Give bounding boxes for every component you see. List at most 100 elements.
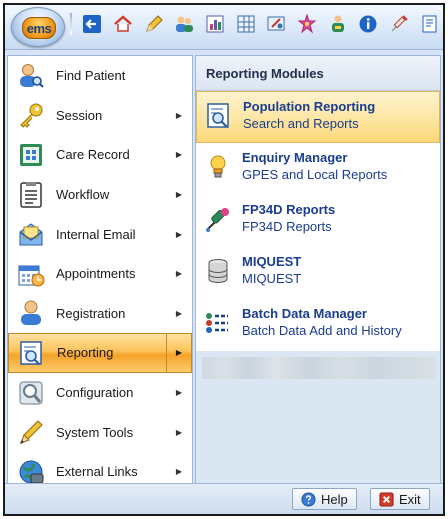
menu-item-system-tools[interactable]: System Tools ▶: [8, 412, 192, 452]
qat-syringe-button[interactable]: [386, 11, 413, 37]
menu-label: Session: [56, 107, 103, 123]
qat-back-button[interactable]: [79, 11, 106, 37]
menu-label: Find Patient: [56, 68, 126, 84]
population-reporting-icon: [207, 103, 229, 128]
module-subtitle: MIQUEST: [242, 271, 302, 286]
exit-button[interactable]: Exit: [370, 488, 430, 510]
workflow-icon: [20, 181, 42, 208]
toolbar-separator: [70, 13, 72, 35]
module-batch-data-manager[interactable]: Batch Data Manager Batch Data Add and Hi…: [196, 299, 440, 351]
module-title: Population Reporting: [243, 99, 376, 114]
module-miquest[interactable]: MIQUEST MIQUEST: [196, 247, 440, 299]
tools-icon: [267, 16, 285, 31]
obscured-recent-item: [202, 357, 436, 379]
menu-item-session[interactable]: Session ▶: [8, 96, 192, 136]
qat-people-button[interactable]: [324, 11, 351, 37]
exit-icon: [379, 491, 394, 507]
application-orb-button[interactable]: ems: [11, 7, 65, 47]
qat-info-button[interactable]: [355, 11, 382, 37]
menu-label: Appointments: [56, 266, 136, 282]
tools-icon: [20, 420, 43, 445]
syringe-icon: [391, 15, 408, 32]
module-title: FP34D Reports: [242, 202, 336, 217]
title-bar: ems: [5, 5, 443, 50]
reporting-modules-panel: Reporting Modules Population Reporting S…: [195, 55, 441, 487]
qat-report-button[interactable]: [416, 11, 443, 37]
module-subtitle: FP34D Reports: [242, 219, 332, 234]
exit-label: Exit: [399, 491, 421, 507]
help-icon: [301, 491, 316, 507]
submenu-arrow-icon: ▶: [175, 427, 183, 437]
module-title: Enquiry Manager: [242, 150, 348, 165]
database-icon: [208, 259, 228, 284]
submenu-arrow-icon: ▶: [175, 229, 183, 239]
menu-item-care-record[interactable]: Care Record ▶: [8, 135, 192, 175]
menu-item-internal-email[interactable]: Internal Email ▶: [8, 214, 192, 254]
batch-list-icon: [206, 313, 228, 333]
menu-label: Configuration: [56, 385, 134, 401]
ems-logo: ems: [22, 17, 56, 39]
menu-label: Care Record: [56, 147, 130, 163]
submenu-arrow-icon: ▶: [175, 150, 183, 160]
reporting-icon: [20, 341, 42, 366]
pencil-icon: [145, 15, 163, 32]
application-menu: Find Patient Session ▶ Care Record ▶ Wor…: [7, 55, 193, 487]
dropper-icon: [206, 208, 229, 232]
star-icon: [297, 14, 317, 34]
module-subtitle: GPES and Local Reports: [242, 167, 388, 182]
module-population-reporting[interactable]: Population Reporting Search and Reports: [196, 91, 440, 143]
module-subtitle: Batch Data Add and History: [242, 323, 402, 338]
menu-item-reporting[interactable]: Reporting ▶: [8, 333, 192, 373]
app-window: ems Find Patient Session ▶ Care Record ▶…: [3, 3, 445, 516]
care-record-icon: [20, 143, 42, 166]
grid-icon: [237, 15, 255, 33]
submenu-arrow-icon: ▶: [175, 190, 183, 200]
person-tree-icon: [331, 15, 344, 32]
module-enquiry-manager[interactable]: Enquiry Manager GPES and Local Reports: [196, 143, 440, 195]
menu-item-appointments[interactable]: Appointments ▶: [8, 254, 192, 294]
module-fp34d-reports[interactable]: FP34D Reports FP34D Reports: [196, 195, 440, 247]
submenu-arrow-icon: ▶: [175, 269, 183, 279]
panel-header: Reporting Modules: [196, 56, 440, 91]
qat-home-button[interactable]: [110, 11, 137, 37]
quick-access-toolbar: [67, 9, 443, 39]
menu-item-workflow[interactable]: Workflow ▶: [8, 175, 192, 215]
module-subtitle: Search and Reports: [243, 116, 359, 131]
qat-users-button[interactable]: [171, 11, 198, 37]
chart-icon: [206, 15, 224, 33]
qat-star-button[interactable]: [294, 11, 321, 37]
submenu-arrow-icon: ▶: [175, 388, 183, 398]
menu-label: System Tools: [56, 424, 134, 440]
menu-footer: Help Exit: [5, 483, 443, 514]
calendar-icon: [18, 265, 45, 287]
qat-edit-button[interactable]: [140, 11, 167, 37]
key-icon: [20, 103, 43, 129]
menu-item-find-patient[interactable]: Find Patient: [8, 56, 192, 96]
globe-icon: [19, 460, 44, 484]
info-icon: [359, 15, 377, 33]
email-icon: [19, 223, 43, 246]
configuration-icon: [19, 381, 43, 405]
report-icon: [422, 15, 437, 33]
qat-chart-button[interactable]: [202, 11, 229, 37]
submenu-arrow-icon: ▶: [175, 308, 183, 318]
registration-icon: [21, 300, 41, 326]
home-icon: [114, 15, 132, 32]
person-search-icon: [20, 63, 44, 88]
menu-item-configuration[interactable]: Configuration ▶: [8, 373, 192, 413]
submenu-arrow-icon: ▶: [166, 334, 191, 372]
help-button[interactable]: Help: [292, 488, 357, 510]
menu-item-registration[interactable]: Registration ▶: [8, 294, 192, 334]
lightbulb-icon: [210, 155, 226, 178]
module-title: Batch Data Manager: [242, 306, 367, 321]
menu-label: Workflow: [56, 187, 110, 203]
module-title: MIQUEST: [242, 254, 302, 269]
qat-grid-button[interactable]: [232, 11, 259, 37]
menu-label: Registration: [56, 305, 126, 321]
help-label: Help: [321, 491, 348, 507]
qat-tools-button[interactable]: [263, 11, 290, 37]
submenu-arrow-icon: ▶: [175, 110, 183, 120]
submenu-arrow-icon: ▶: [175, 467, 183, 477]
users-icon: [176, 16, 194, 32]
menu-label: External Links: [56, 464, 138, 480]
